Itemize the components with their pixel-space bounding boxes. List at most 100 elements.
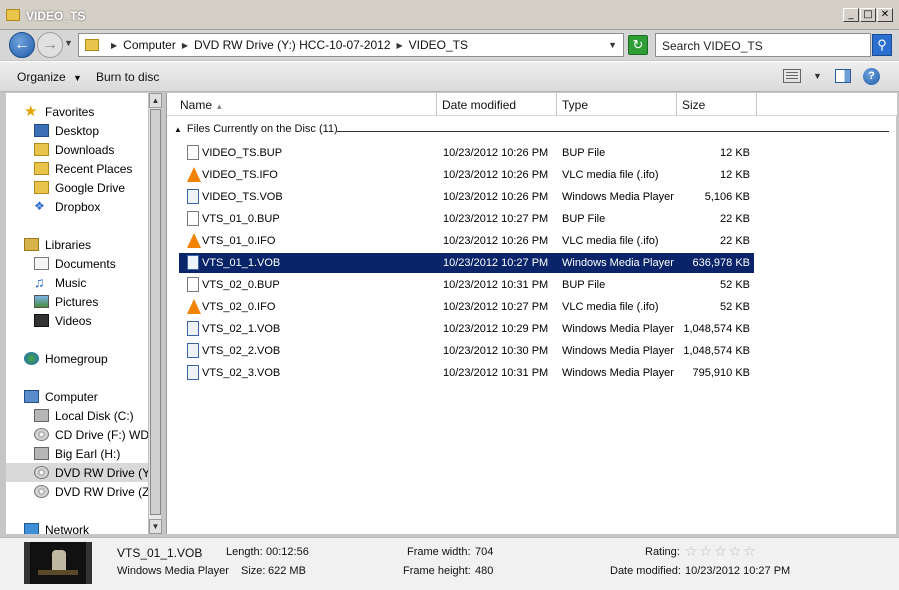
nav-documents[interactable]: Documents	[34, 254, 148, 273]
file-date: 10/23/2012 10:26 PM	[443, 235, 549, 247]
scroll-down-arrow-icon[interactable]: ▼	[149, 519, 162, 534]
breadcrumb-folder[interactable]: VIDEO_TS	[409, 38, 468, 52]
column-headers: Name ▲ Date modified Type Size	[167, 93, 897, 116]
nav-recent-places[interactable]: Recent Places	[34, 159, 148, 178]
file-type: Windows Media Player	[562, 257, 674, 269]
window-controls: _ □ ✕	[843, 8, 893, 22]
file-row[interactable]: VTS_01_1.VOB 10/23/2012 10:27 PM Windows M…	[179, 253, 754, 273]
search-icon[interactable]: ⚲	[872, 34, 892, 56]
file-name: VTS_01_0.BUP	[202, 213, 280, 225]
refresh-button[interactable]: ↻	[628, 35, 648, 55]
detail-length-label: Length:	[226, 546, 263, 558]
detail-date-value[interactable]: 10/23/2012 10:27 PM	[685, 565, 790, 577]
detail-file-name: VTS_01_1.VOB	[117, 546, 203, 560]
file-row[interactable]: VTS_02_1.VOB 10/23/2012 10:29 PM Windows M…	[179, 319, 754, 339]
forward-button[interactable]: →	[37, 32, 63, 58]
file-type: VLC media file (.ifo)	[562, 301, 659, 313]
star-icon: ★	[24, 103, 38, 120]
breadcrumb-computer[interactable]: Computer	[123, 38, 176, 52]
chevron-down-icon[interactable]: ▼	[608, 40, 617, 50]
nav-big-earl[interactable]: Big Earl (H:)	[34, 444, 148, 463]
chevron-right-icon[interactable]: ▶	[397, 41, 403, 50]
view-options-icon[interactable]	[783, 69, 801, 83]
nav-computer[interactable]: Computer	[24, 387, 148, 406]
column-date-modified[interactable]: Date modified	[437, 93, 557, 116]
file-row[interactable]: VTS_02_0.IFO 10/23/2012 10:27 PM VLC media…	[179, 297, 754, 317]
file-date: 10/23/2012 10:31 PM	[443, 367, 549, 379]
media-file-icon	[187, 321, 199, 336]
file-date: 10/23/2012 10:30 PM	[443, 345, 549, 357]
file-row[interactable]: VTS_01_0.IFO 10/23/2012 10:26 PM VLC media…	[179, 231, 754, 251]
group-header[interactable]: ▲ Files Currently on the Disc (11)	[174, 123, 338, 135]
nav-desktop[interactable]: Desktop	[34, 121, 148, 140]
nav-label: Favorites	[45, 104, 95, 119]
nav-dvd-drive-y[interactable]: DVD RW Drive (Y:)	[6, 463, 148, 482]
file-row[interactable]: VTS_02_2.VOB 10/23/2012 10:30 PM Windows M…	[179, 341, 754, 361]
file-name: VTS_01_1.VOB	[202, 257, 281, 269]
nav-cd-drive[interactable]: CD Drive (F:) WD SmartWare	[34, 425, 148, 444]
collapse-caret-icon[interactable]: ▲	[174, 125, 182, 134]
close-button[interactable]: ✕	[877, 8, 893, 22]
chevron-right-icon[interactable]: ▶	[111, 41, 117, 50]
details-pane: VTS_01_1.VOB Windows Media Player Length…	[0, 537, 899, 590]
burn-to-disc-button[interactable]: Burn to disc	[96, 70, 159, 84]
scroll-thumb[interactable]	[150, 109, 161, 515]
nav-label: Google Drive	[55, 180, 126, 195]
rating-stars[interactable]: ☆☆☆☆☆	[685, 544, 758, 560]
file-date: 10/23/2012 10:26 PM	[443, 147, 549, 159]
breadcrumb-drive[interactable]: DVD RW Drive (Y:) HCC-10-07-2012	[194, 38, 391, 52]
search-input[interactable]: Search VIDEO_TS	[655, 33, 871, 57]
maximize-button[interactable]: □	[860, 8, 876, 22]
address-row: ← → ▼ ▶ Computer ▶ DVD RW Drive (Y:) HCC…	[0, 30, 899, 60]
computer-icon	[24, 390, 39, 403]
chevron-down-icon[interactable]: ▼	[813, 71, 822, 81]
file-size: 12 KB	[720, 169, 750, 181]
address-bar[interactable]: ▶ Computer ▶ DVD RW Drive (Y:) HCC-10-07…	[78, 33, 624, 57]
file-date: 10/23/2012 10:27 PM	[443, 301, 549, 313]
nav-scrollbar[interactable]: ▲ ▼	[148, 93, 162, 534]
scroll-up-arrow-icon[interactable]: ▲	[149, 93, 162, 108]
column-size[interactable]: Size	[677, 93, 757, 116]
file-row[interactable]: VIDEO_TS.IFO 10/23/2012 10:26 PM VLC media…	[179, 165, 754, 185]
chevron-right-icon[interactable]: ▶	[182, 41, 188, 50]
media-file-icon	[187, 189, 199, 204]
nav-dropbox[interactable]: ❖ Dropbox	[34, 197, 148, 216]
file-row[interactable]: VIDEO_TS.VOB 10/23/2012 10:26 PM Windows M…	[179, 187, 754, 207]
nav-favorites[interactable]: ★ Favorites	[24, 102, 148, 121]
file-size: 52 KB	[720, 301, 750, 313]
detail-length-value[interactable]: 00:12:56	[266, 546, 309, 558]
file-name: VIDEO_TS.IFO	[202, 169, 278, 181]
minimize-button[interactable]: _	[843, 8, 859, 22]
nav-network[interactable]: Network	[24, 520, 148, 534]
preview-pane-icon[interactable]	[835, 69, 851, 83]
cd-drive-icon	[34, 428, 49, 441]
organize-menu[interactable]: Organize ▼	[17, 70, 82, 84]
file-row[interactable]: VTS_01_0.BUP 10/23/2012 10:27 PM BUP File 2…	[179, 209, 754, 229]
nav-local-disk[interactable]: Local Disk (C:)	[34, 406, 148, 425]
command-bar: Organize ▼ Burn to disc ▼ ?	[0, 61, 899, 92]
nav-pictures[interactable]: Pictures	[34, 292, 148, 311]
nav-libraries[interactable]: Libraries	[24, 235, 148, 254]
file-row[interactable]: VTS_02_0.BUP 10/23/2012 10:31 PM BUP File 5…	[179, 275, 754, 295]
detail-frame-width-value[interactable]: 704	[475, 546, 493, 558]
nav-music[interactable]: ♫ Music	[34, 273, 148, 292]
recent-pages-dropdown[interactable]: ▼	[64, 38, 73, 48]
help-icon[interactable]: ?	[863, 68, 880, 85]
video-thumbnail	[24, 542, 92, 584]
nav-videos[interactable]: Videos	[34, 311, 148, 330]
detail-frame-height-value[interactable]: 480	[475, 565, 493, 577]
column-type[interactable]: Type	[557, 93, 677, 116]
nav-downloads[interactable]: Downloads	[34, 140, 148, 159]
file-type: Windows Media Player	[562, 191, 674, 203]
file-date: 10/23/2012 10:26 PM	[443, 191, 549, 203]
file-type: BUP File	[562, 147, 606, 159]
nav-label: Computer	[45, 389, 98, 404]
column-name[interactable]: Name ▲	[167, 93, 437, 116]
file-date: 10/23/2012 10:26 PM	[443, 169, 549, 181]
file-row[interactable]: VIDEO_TS.BUP 10/23/2012 10:26 PM BUP File 1…	[179, 143, 754, 163]
back-button[interactable]: ←	[9, 32, 35, 58]
nav-google-drive[interactable]: Google Drive	[34, 178, 148, 197]
file-row[interactable]: VTS_02_3.VOB 10/23/2012 10:31 PM Windows M…	[179, 363, 754, 383]
nav-dvd-drive-z[interactable]: DVD RW Drive (Z:)	[34, 482, 148, 501]
nav-homegroup[interactable]: Homegroup	[24, 349, 148, 368]
